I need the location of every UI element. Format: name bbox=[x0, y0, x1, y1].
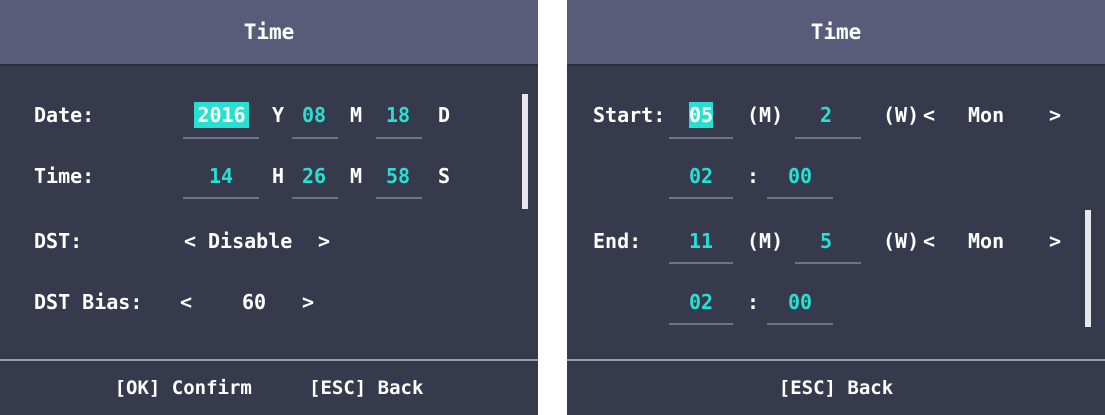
hour-underline bbox=[183, 197, 259, 199]
start-label: Start: bbox=[593, 103, 666, 127]
second-underline bbox=[376, 197, 422, 199]
dst-bias-next-arrow[interactable]: > bbox=[302, 289, 314, 315]
header-divider bbox=[567, 64, 1105, 66]
confirm-hint[interactable]: [OK] Confirm bbox=[115, 377, 252, 399]
header-divider bbox=[0, 64, 538, 66]
hour-unit: H bbox=[272, 164, 285, 188]
minute-unit: M bbox=[350, 164, 363, 188]
dst-bias-label: DST Bias: bbox=[34, 290, 143, 314]
start-hour-underline bbox=[669, 197, 733, 199]
dst-label: DST: bbox=[34, 229, 83, 253]
start-hour-field[interactable]: 02 bbox=[669, 163, 733, 189]
end-minute-field[interactable]: 00 bbox=[767, 289, 833, 315]
footer: [OK] Confirm [ESC] Back bbox=[0, 361, 538, 415]
dst-bias-prev-arrow[interactable]: < bbox=[180, 289, 192, 315]
back-hint[interactable]: [ESC] Back bbox=[779, 377, 893, 399]
day-field[interactable]: 18 bbox=[376, 102, 420, 128]
month-field[interactable]: 08 bbox=[292, 102, 336, 128]
day-unit: D bbox=[438, 103, 451, 127]
month-underline bbox=[292, 137, 338, 139]
start-week-underline bbox=[795, 137, 861, 139]
year-underline bbox=[183, 137, 259, 139]
start-month-unit: (M) bbox=[747, 103, 784, 127]
start-month-field[interactable]: 05 bbox=[689, 102, 713, 128]
back-hint[interactable]: [ESC] Back bbox=[309, 377, 423, 399]
start-minute-field[interactable]: 00 bbox=[767, 163, 833, 189]
month-unit: M bbox=[350, 103, 363, 127]
end-hour-field[interactable]: 02 bbox=[669, 289, 733, 315]
start-time-separator: : bbox=[747, 164, 760, 188]
start-day-value[interactable]: Mon bbox=[968, 102, 1004, 128]
year-field[interactable]: 2016 bbox=[194, 102, 249, 128]
panel-title: Time bbox=[0, 0, 538, 64]
time-label: Time: bbox=[34, 164, 95, 188]
year-unit: Y bbox=[272, 103, 285, 127]
start-minute-underline bbox=[767, 197, 833, 199]
footer: [ESC] Back bbox=[567, 361, 1105, 415]
dst-value[interactable]: Disable bbox=[208, 228, 292, 254]
time-settings-panel: Time Date: 2016 Y 08 M 18 D Time: 14 H 2… bbox=[0, 0, 538, 415]
dst-settings-panel: Time Start: 05 (M) 2 (W) < Mon > 02 : 00… bbox=[567, 0, 1105, 415]
start-week-field[interactable]: 2 bbox=[793, 102, 859, 128]
day-underline bbox=[376, 137, 422, 139]
minute-underline bbox=[292, 197, 338, 199]
date-label: Date: bbox=[34, 103, 95, 127]
end-day-prev-arrow[interactable]: < bbox=[923, 228, 935, 254]
end-label: End: bbox=[593, 229, 642, 253]
second-field[interactable]: 58 bbox=[376, 163, 420, 189]
end-day-next-arrow[interactable]: > bbox=[1049, 228, 1061, 254]
minute-field[interactable]: 26 bbox=[292, 163, 336, 189]
end-week-underline bbox=[795, 262, 861, 264]
start-day-prev-arrow[interactable]: < bbox=[923, 102, 935, 128]
dst-next-arrow[interactable]: > bbox=[318, 228, 330, 254]
dst-bias-value[interactable]: 60 bbox=[242, 289, 266, 315]
end-week-field[interactable]: 5 bbox=[793, 228, 859, 254]
end-day-value[interactable]: Mon bbox=[968, 228, 1004, 254]
scrollbar[interactable] bbox=[1085, 210, 1091, 327]
start-day-next-arrow[interactable]: > bbox=[1049, 102, 1061, 128]
end-minute-underline bbox=[767, 323, 833, 325]
second-unit: S bbox=[438, 164, 451, 188]
scrollbar[interactable] bbox=[522, 94, 528, 209]
end-hour-underline bbox=[669, 323, 733, 325]
panel-title: Time bbox=[567, 0, 1105, 64]
end-week-unit: (W) bbox=[883, 229, 920, 253]
end-month-field[interactable]: 11 bbox=[669, 228, 733, 254]
hour-field[interactable]: 14 bbox=[196, 163, 246, 189]
start-week-unit: (W) bbox=[883, 103, 920, 127]
dst-prev-arrow[interactable]: < bbox=[184, 228, 196, 254]
end-month-underline bbox=[669, 262, 733, 264]
end-time-separator: : bbox=[747, 290, 760, 314]
end-month-unit: (M) bbox=[747, 229, 784, 253]
start-month-underline bbox=[669, 137, 733, 139]
